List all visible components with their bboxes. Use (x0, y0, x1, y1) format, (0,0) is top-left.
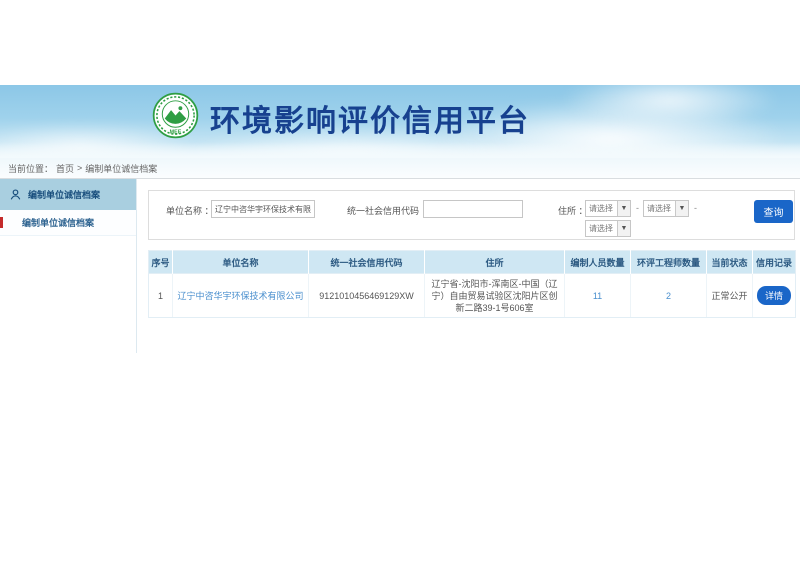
main-content: 单位名称 ： 统一社会信用代码 ： 住所 ： 请选择 ▼ - 请选择 ▼ - 请… (148, 190, 795, 240)
col-staff-count: 编制人员数量 (565, 251, 631, 274)
sidebar-item-archive[interactable]: 编制单位诚信档案 (0, 210, 136, 236)
svg-text:MEE: MEE (170, 130, 182, 136)
site-title: 环境影响评价信用平台 (210, 96, 530, 140)
site-banner: MEE 环境影响评价信用平台 (0, 85, 800, 158)
table-row: 1 辽宁中咨华宇环保技术有限公司 9121010456469129XW 辽宁省-… (149, 274, 796, 318)
active-marker (0, 217, 3, 228)
staff-count-link[interactable]: 11 (593, 291, 602, 301)
cell-index: 1 (149, 274, 173, 318)
select-separator: - (636, 203, 639, 213)
province-select-value: 请选择 (586, 203, 617, 214)
chevron-down-icon: ▼ (675, 201, 688, 216)
city-select-value: 请选择 (644, 203, 675, 214)
province-select[interactable]: 请选择 ▼ (585, 200, 631, 217)
address-label: 住所 ： (558, 204, 588, 217)
search-button[interactable]: 查询 (754, 200, 793, 223)
breadcrumb-current: 编制单位诚信档案 (85, 162, 157, 175)
table-header-row: 序号 单位名称 统一社会信用代码 住所 编制人员数量 环评工程师数量 当前状态 … (149, 251, 796, 274)
chevron-down-icon: ▼ (617, 221, 630, 236)
sidebar-header: 编制单位诚信档案 (0, 179, 136, 210)
mee-logo-icon: MEE (152, 92, 199, 139)
credit-code-label: 统一社会信用代码 ： (347, 204, 431, 217)
page: MEE 环境影响评价信用平台 当前位置： 首页 > 编制单位诚信档案 编制单位诚… (0, 0, 800, 565)
col-address: 住所 (425, 251, 565, 274)
district-select[interactable]: 请选择 ▼ (585, 220, 631, 237)
chevron-down-icon: ▼ (617, 201, 630, 216)
col-engineer-count: 环评工程师数量 (631, 251, 707, 274)
engineer-count-link[interactable]: 2 (666, 291, 671, 301)
breadcrumb-home-link[interactable]: 首页 (56, 162, 74, 175)
city-select[interactable]: 请选择 ▼ (643, 200, 689, 217)
unit-name-input[interactable] (211, 200, 315, 218)
col-unit-name: 单位名称 (173, 251, 309, 274)
col-index: 序号 (149, 251, 173, 274)
breadcrumb: 当前位置： 首页 > 编制单位诚信档案 (0, 158, 800, 179)
select-separator: - (694, 203, 697, 213)
cell-credit-code: 9121010456469129XW (309, 274, 425, 318)
col-credit-record: 信用记录 (753, 251, 796, 274)
unit-name-link[interactable]: 辽宁中咨华宇环保技术有限公司 (177, 291, 303, 301)
results-table-wrap: 序号 单位名称 统一社会信用代码 住所 编制人员数量 环评工程师数量 当前状态 … (148, 250, 795, 318)
results-table: 序号 单位名称 统一社会信用代码 住所 编制人员数量 环评工程师数量 当前状态 … (148, 250, 796, 318)
detail-button[interactable]: 详情 (757, 286, 791, 305)
breadcrumb-location-label: 当前位置： (8, 162, 53, 175)
credit-code-input[interactable] (423, 200, 523, 218)
col-credit-code: 统一社会信用代码 (309, 251, 425, 274)
cell-status: 正常公开 (707, 274, 753, 318)
breadcrumb-separator: > (77, 163, 82, 173)
sidebar-header-label: 编制单位诚信档案 (28, 188, 100, 201)
unit-name-label: 单位名称 ： (166, 204, 214, 217)
sidebar-item-label: 编制单位诚信档案 (22, 216, 94, 229)
district-select-value: 请选择 (586, 223, 617, 234)
cell-address: 辽宁省-沈阳市-浑南区-中国（辽宁）自由贸易试验区沈阳片区创新二路39-1号60… (425, 274, 565, 318)
col-status: 当前状态 (707, 251, 753, 274)
user-icon (9, 188, 22, 201)
search-form: 单位名称 ： 统一社会信用代码 ： 住所 ： 请选择 ▼ - 请选择 ▼ - 请… (148, 190, 795, 240)
banner-fade (0, 142, 800, 158)
sidebar: 编制单位诚信档案 编制单位诚信档案 (0, 179, 137, 353)
